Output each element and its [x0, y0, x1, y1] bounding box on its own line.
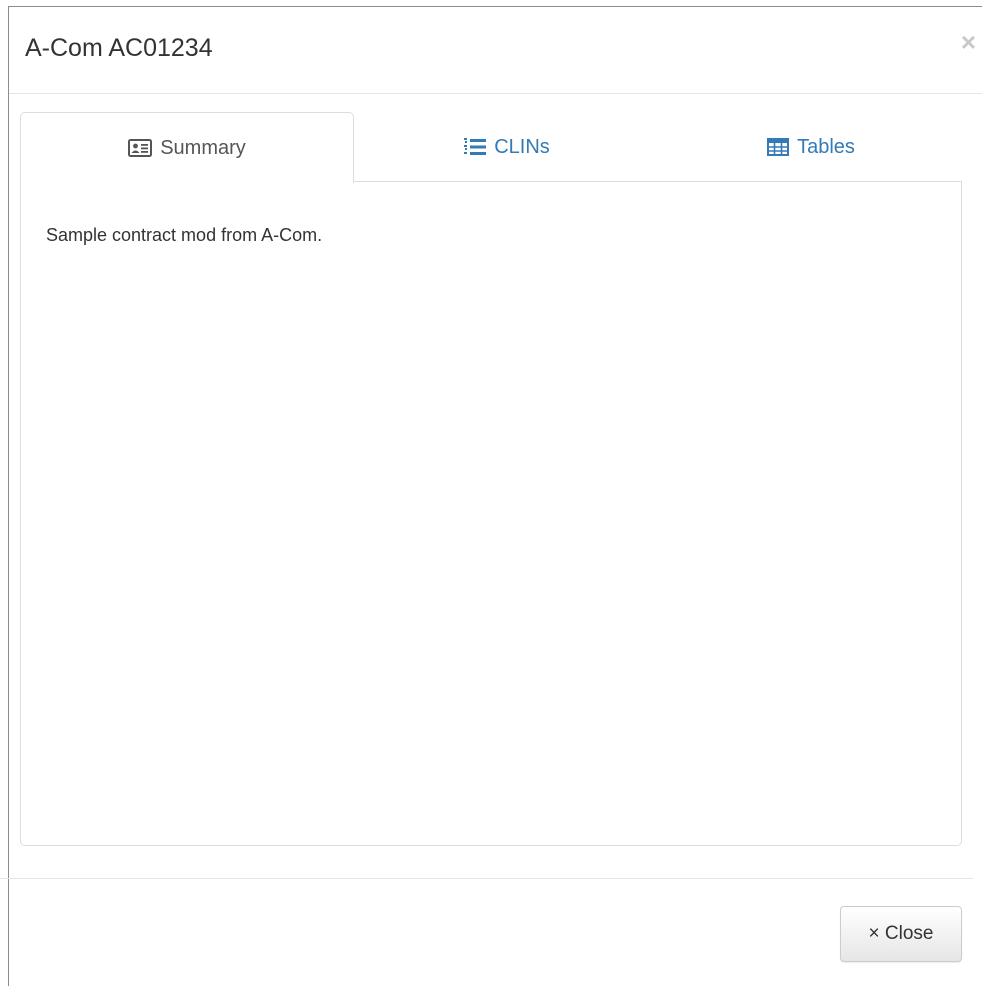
- table-icon: [767, 138, 790, 156]
- close-icon[interactable]: ×: [961, 29, 976, 55]
- id-card-icon: [128, 139, 153, 157]
- tab-summary-label: Summary: [160, 136, 246, 159]
- close-button[interactable]: × Close: [840, 906, 962, 962]
- modal-header: A-Com AC01234 ×: [9, 7, 982, 94]
- list-ordered-icon: [464, 137, 487, 157]
- summary-panel: Sample contract mod from A-Com.: [20, 182, 962, 846]
- modal-title: A-Com AC01234: [25, 34, 213, 62]
- tab-bar: Summary CLINs Tables: [20, 112, 962, 183]
- tab-clins-label: CLINs: [494, 135, 550, 158]
- footer-divider: [0, 878, 973, 879]
- tab-clins[interactable]: CLINs: [354, 112, 660, 182]
- tab-tables[interactable]: Tables: [660, 112, 962, 182]
- tab-tables-label: Tables: [797, 135, 855, 158]
- tab-summary[interactable]: Summary: [20, 112, 354, 183]
- summary-text: Sample contract mod from A-Com.: [46, 225, 323, 245]
